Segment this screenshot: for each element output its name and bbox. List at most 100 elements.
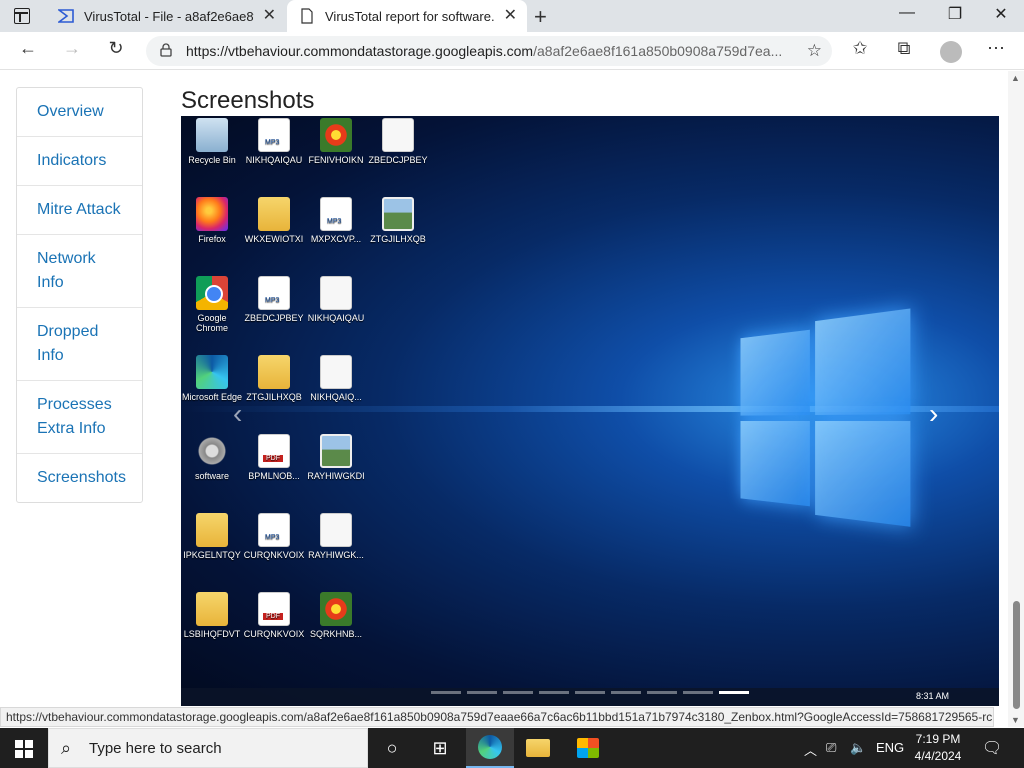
desktop-icon-label: IPKGELNTQY: [183, 550, 241, 560]
desktop-icon-label: NIKHQAIQAU: [245, 155, 303, 165]
back-icon[interactable]: ←: [14, 38, 42, 59]
url-field[interactable]: https://vtbehaviour.commondatastorage.go…: [146, 36, 832, 66]
carousel-indicator[interactable]: [431, 691, 461, 694]
carousel-indicator[interactable]: [467, 691, 497, 694]
start-button[interactable]: [0, 728, 48, 768]
tab-actions-icon[interactable]: [14, 8, 30, 24]
sidebar-item-overview[interactable]: Overview: [17, 88, 142, 137]
taskbar-search-input[interactable]: ⌕ Type here to search: [48, 728, 368, 768]
desktop-icon-label: ZBEDCJPBEY: [244, 313, 304, 323]
more-menu-icon[interactable]: ⋯: [982, 38, 1010, 59]
folder-icon: [196, 513, 228, 547]
pdf-icon: [258, 434, 290, 468]
add-favorite-icon[interactable]: ☆: [807, 41, 822, 61]
close-tab-icon[interactable]: ✕: [504, 8, 517, 24]
mp3-icon: [320, 197, 352, 231]
url-path: /a8af2e6ae8f161a850b0908a759d7ea...: [533, 43, 783, 59]
sidebar-item-network-info[interactable]: Network Info: [17, 235, 142, 308]
close-tab-icon[interactable]: ✕: [263, 8, 276, 24]
volume-muted-icon[interactable]: 🔈: [850, 740, 866, 756]
carousel-indicator[interactable]: [683, 691, 713, 694]
store-icon[interactable]: [564, 728, 612, 768]
img-icon: [320, 434, 352, 468]
desktop-icon-label: SQRKHNB...: [309, 629, 362, 639]
input-language[interactable]: ENG: [876, 740, 904, 755]
forward-icon[interactable]: →: [58, 38, 86, 59]
vertical-scrollbar[interactable]: ▲ ▼: [1008, 71, 1024, 727]
carousel-indicator[interactable]: [503, 691, 533, 694]
scroll-thumb[interactable]: [1013, 601, 1020, 709]
carousel-indicator[interactable]: [575, 691, 605, 694]
desktop-icon: MXPXCVP...: [305, 197, 367, 244]
search-placeholder: Type here to search: [89, 740, 222, 757]
desktop-icon: NIKHQAIQ...: [305, 355, 367, 402]
page-content: Overview Indicators Mitre Attack Network…: [0, 71, 1008, 706]
desktop-icon: Recycle Bin: [181, 118, 243, 165]
desktop-icon-label: Google Chrome: [195, 313, 228, 333]
desktop-icon: RAYHIWGK...: [305, 513, 367, 560]
desktop-icon: FENIVHOIKN: [305, 118, 367, 165]
browser-tab-strip: VirusTotal - File - a8af2e6ae8f16 ✕ Viru…: [0, 0, 1024, 32]
desktop-icon-label: software: [194, 471, 229, 481]
notifications-icon[interactable]: 🗨: [982, 738, 1002, 758]
carousel-prev-icon[interactable]: ‹: [233, 398, 242, 430]
edge-icon: [196, 355, 228, 389]
carousel-indicator[interactable]: [611, 691, 641, 694]
flower-icon: [320, 118, 352, 152]
img-icon: [382, 197, 414, 231]
carousel-indicator[interactable]: [539, 691, 569, 694]
bin-icon: [196, 118, 228, 152]
taskbar-clock[interactable]: 7:19 PM 4/4/2024: [908, 731, 968, 765]
desktop-icon-label: Firefox: [198, 234, 226, 244]
task-view-icon[interactable]: ⊞: [416, 728, 464, 768]
clock-time: 7:19 PM: [915, 732, 961, 746]
page-icon: [301, 8, 313, 24]
sidebar-item-mitre-attack[interactable]: Mitre Attack: [17, 186, 142, 235]
new-tab-icon[interactable]: +: [534, 4, 547, 30]
link-preview-status: https://vtbehaviour.commondatastorage.go…: [0, 707, 994, 727]
show-hidden-icons-icon[interactable]: ︿: [804, 740, 817, 759]
address-bar-row: ← → ↻ https://vtbehaviour.commondatastor…: [0, 32, 1024, 70]
flower-icon: [320, 592, 352, 626]
desktop-icon: ZBEDCJPBEY: [243, 276, 305, 323]
carousel-indicator[interactable]: [647, 691, 677, 694]
desktop-icon-label: BPMLNOB...: [248, 471, 300, 481]
refresh-icon[interactable]: ↻: [102, 38, 130, 59]
lock-icon: [160, 43, 172, 57]
carousel-indicator[interactable]: [719, 691, 749, 694]
scroll-down-icon[interactable]: ▼: [1011, 715, 1020, 725]
desktop-icon-label: ZBEDCJPBEY: [368, 155, 428, 165]
tab-virustotal-report[interactable]: VirusTotal report for software.exe ✕: [287, 0, 527, 32]
windows-taskbar: ⌕ Type here to search ○ ⊞ ︿ ⎚ 🔈 ENG 7:19…: [0, 728, 1024, 768]
edge-taskbar-icon[interactable]: [466, 728, 514, 768]
folder-icon: [196, 592, 228, 626]
url-host: https://vtbehaviour.commondatastorage.go…: [186, 43, 534, 59]
favorites-icon[interactable]: ✩: [846, 38, 874, 59]
network-icon[interactable]: ⎚: [826, 740, 836, 756]
doc-icon: [320, 355, 352, 389]
profile-avatar[interactable]: [940, 41, 962, 63]
sidebar-item-dropped-info[interactable]: Dropped Info: [17, 308, 142, 381]
close-window-icon[interactable]: ✕: [978, 4, 1024, 24]
minimize-icon[interactable]: —: [884, 4, 930, 22]
sidebar-item-indicators[interactable]: Indicators: [17, 137, 142, 186]
tab-virustotal-file[interactable]: VirusTotal - File - a8af2e6ae8f16 ✕: [46, 0, 286, 32]
desktop-icon: Google Chrome: [181, 276, 243, 333]
file-explorer-icon[interactable]: [514, 728, 562, 768]
cortana-icon[interactable]: ○: [368, 728, 416, 768]
collections-icon[interactable]: ⧉: [890, 38, 918, 59]
search-icon: ⌕: [61, 738, 72, 758]
pdf-icon: [258, 592, 290, 626]
desktop-icon-label: LSBIHQFDVT: [183, 629, 241, 639]
screenshot-carousel: Recycle Bin NIKHQAIQAU FENIVHOIKN ZBEDCJPBE…: [181, 116, 999, 706]
desktop-icon: CURQNKVOIX: [243, 592, 305, 639]
desktop-icon-label: RAYHIWGKDI: [307, 471, 365, 481]
desktop-icon: ZBEDCJPBEY: [367, 118, 429, 165]
sidebar-item-processes-extra-info[interactable]: Processes Extra Info: [17, 381, 142, 454]
desktop-icon: ZTGJILHXQB: [243, 355, 305, 402]
carousel-next-icon[interactable]: ›: [929, 398, 938, 430]
scroll-up-icon[interactable]: ▲: [1011, 73, 1020, 83]
sidebar-item-screenshots[interactable]: Screenshots: [17, 454, 142, 502]
tab-title: VirusTotal report for software.exe: [325, 8, 495, 24]
restore-icon[interactable]: ❐: [932, 4, 978, 24]
